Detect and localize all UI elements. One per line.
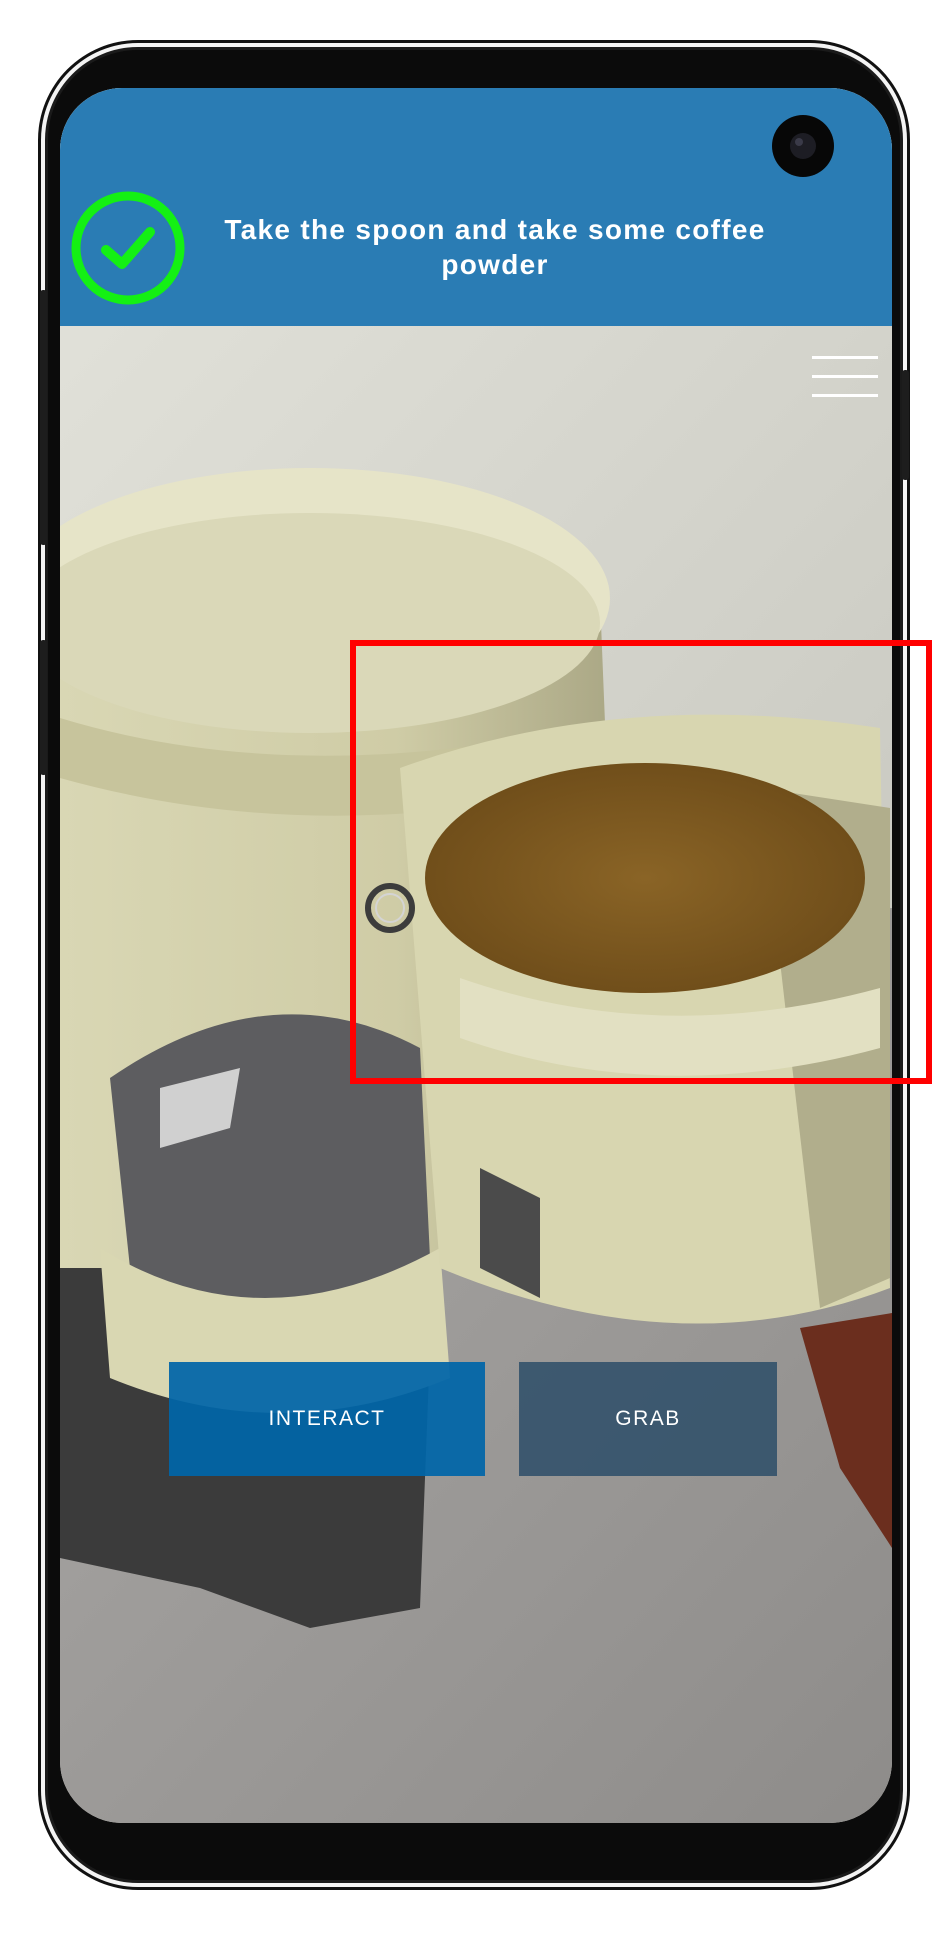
- highlight-box: [350, 640, 932, 1084]
- task-banner: Take the spoon and take some coffee powd…: [60, 88, 892, 326]
- task-instruction: Take the spoon and take some coffee powd…: [224, 214, 766, 280]
- phone-side-button: [40, 290, 47, 545]
- grab-button[interactable]: GRAB: [519, 1362, 777, 1476]
- checkmark-circle-icon: [71, 191, 185, 305]
- phone-side-button: [40, 640, 47, 775]
- front-camera: [772, 115, 834, 177]
- phone-side-button: [902, 370, 909, 480]
- interact-button[interactable]: INTERACT: [169, 1362, 485, 1476]
- hamburger-menu-icon[interactable]: [812, 352, 878, 402]
